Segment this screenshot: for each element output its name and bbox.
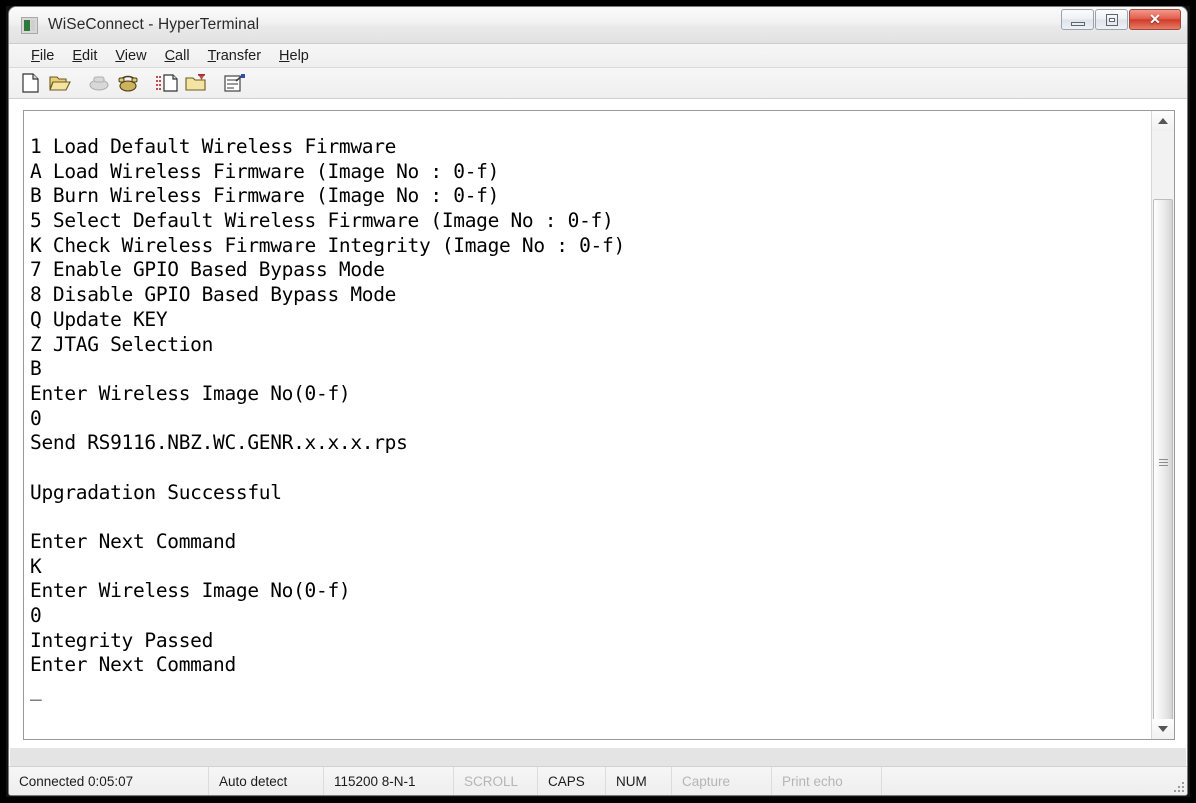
status-num[interactable]: NUM xyxy=(606,767,672,795)
disconnect-phone-icon xyxy=(88,76,109,91)
terminal-line: B xyxy=(30,357,42,381)
send-file-button[interactable] xyxy=(153,71,180,96)
terminal-line: Enter Next Command xyxy=(30,653,236,677)
terminal-frame: 1 Load Default Wireless Firmware A Load … xyxy=(23,110,1175,740)
status-spacer xyxy=(882,767,1187,795)
menu-label: ransfer xyxy=(215,47,262,64)
toolbar xyxy=(9,68,1187,99)
screenshot-root: WiSeConnect - HyperTerminal ✕ File Edit … xyxy=(0,0,1196,803)
status-capture[interactable]: Capture xyxy=(672,767,772,795)
vertical-scrollbar[interactable] xyxy=(1151,111,1174,739)
terminal-line: Upgradation Successful xyxy=(30,480,282,504)
terminal-line: Enter Wireless Image No(0-f) xyxy=(30,381,351,405)
call-phone-icon xyxy=(118,75,137,92)
scroll-up-arrow-icon xyxy=(1158,118,1168,124)
terminal-line: K xyxy=(30,554,42,578)
window-title: WiSeConnect - HyperTerminal xyxy=(48,16,260,33)
resize-grip-icon[interactable] xyxy=(1172,780,1184,792)
terminal-line: 5 Select Default Wireless Firmware (Imag… xyxy=(30,209,614,233)
terminal-cursor: _ xyxy=(30,678,42,702)
open-folder-button[interactable] xyxy=(46,71,73,96)
properties-icon xyxy=(223,74,245,92)
terminal-line: Send RS9116.NBZ.WC.GENR.x.x.x.rps xyxy=(30,431,408,455)
menu-accel: F xyxy=(31,47,40,64)
terminal-line: B Burn Wireless Firmware (Image No : 0-f… xyxy=(30,184,500,208)
receive-file-icon xyxy=(184,74,206,91)
status-baud: 115200 8-N-1 xyxy=(324,767,454,795)
terminal-line: Enter Wireless Image No(0-f) xyxy=(30,579,351,603)
status-bar: Connected 0:05:07 Auto detect 115200 8-N… xyxy=(9,766,1187,795)
send-file-icon xyxy=(155,74,178,92)
menu-item-transfer[interactable]: Transfer xyxy=(200,47,269,65)
menu-accel: E xyxy=(72,47,83,64)
terminal-line: 1 Load Default Wireless Firmware xyxy=(30,135,397,158)
receive-file-button[interactable] xyxy=(182,71,209,96)
menu-label: iew xyxy=(124,47,147,64)
call-button[interactable] xyxy=(114,71,141,96)
terminal-output[interactable]: 1 Load Default Wireless Firmware A Load … xyxy=(24,111,1150,739)
hyperterminal-icon xyxy=(21,16,38,34)
close-button[interactable]: ✕ xyxy=(1129,9,1181,30)
menu-label: ile xyxy=(39,47,55,64)
terminal-line: A Load Wireless Firmware (Image No : 0-f… xyxy=(30,159,500,183)
status-scroll[interactable]: SCROLL xyxy=(454,767,538,795)
menu-accel: C xyxy=(164,47,176,64)
status-caps[interactable]: CAPS xyxy=(538,767,606,795)
new-connection-icon xyxy=(21,73,39,93)
status-print-echo[interactable]: Print echo xyxy=(772,767,882,795)
scroll-thumb-grip-icon xyxy=(1159,459,1168,469)
scroll-up-button[interactable] xyxy=(1152,111,1174,131)
terminal-line: K Check Wireless Firmware Integrity (Ima… xyxy=(30,233,625,257)
menu-item-call[interactable]: Call xyxy=(157,47,198,65)
terminal-line: Z JTAG Selection xyxy=(30,332,214,356)
open-folder-icon xyxy=(48,76,71,91)
close-icon: ✕ xyxy=(1149,11,1161,27)
terminal-line: 0 xyxy=(30,604,42,628)
menu-item-edit[interactable]: Edit xyxy=(64,47,105,65)
menu-label: dit xyxy=(82,47,98,64)
menu-accel: T xyxy=(207,47,216,64)
new-connection-button[interactable] xyxy=(17,71,44,96)
menu-label: all xyxy=(175,47,190,64)
terminal-line: Integrity Passed xyxy=(30,628,214,652)
menu-accel: H xyxy=(279,47,290,64)
menu-label: elp xyxy=(289,47,309,64)
terminal-line: Q Update KEY xyxy=(30,307,168,331)
disconnect-button[interactable] xyxy=(85,71,112,96)
menu-item-file[interactable]: File xyxy=(23,47,62,65)
window-controls: ✕ xyxy=(1061,9,1181,30)
menu-bar: File Edit View Call Transfer Help xyxy=(9,44,1187,68)
scroll-down-button[interactable] xyxy=(1152,719,1174,739)
terminal-line: 7 Enable GPIO Based Bypass Mode xyxy=(30,258,385,282)
status-detect: Auto detect xyxy=(209,767,324,795)
menu-accel: V xyxy=(115,47,125,64)
status-connected: Connected 0:05:07 xyxy=(9,767,209,795)
scroll-down-arrow-icon xyxy=(1158,726,1168,732)
terminal-line: 0 xyxy=(30,406,42,430)
scroll-thumb[interactable] xyxy=(1153,199,1173,729)
terminal-line: Enter Next Command xyxy=(30,530,236,553)
restore-button[interactable] xyxy=(1095,9,1128,30)
restore-icon xyxy=(1106,14,1118,26)
terminal-client-area: 1 Load Default Wireless Firmware A Load … xyxy=(9,99,1187,748)
menu-item-view[interactable]: View xyxy=(107,47,154,65)
title-bar[interactable]: WiSeConnect - HyperTerminal ✕ xyxy=(9,7,1187,44)
minimize-icon xyxy=(1071,22,1085,26)
hyperterminal-window: WiSeConnect - HyperTerminal ✕ File Edit … xyxy=(8,6,1188,796)
menu-item-help[interactable]: Help xyxy=(271,47,317,65)
terminal-line: 8 Disable GPIO Based Bypass Mode xyxy=(30,283,397,307)
minimize-button[interactable] xyxy=(1061,9,1094,30)
properties-button[interactable] xyxy=(221,71,248,96)
